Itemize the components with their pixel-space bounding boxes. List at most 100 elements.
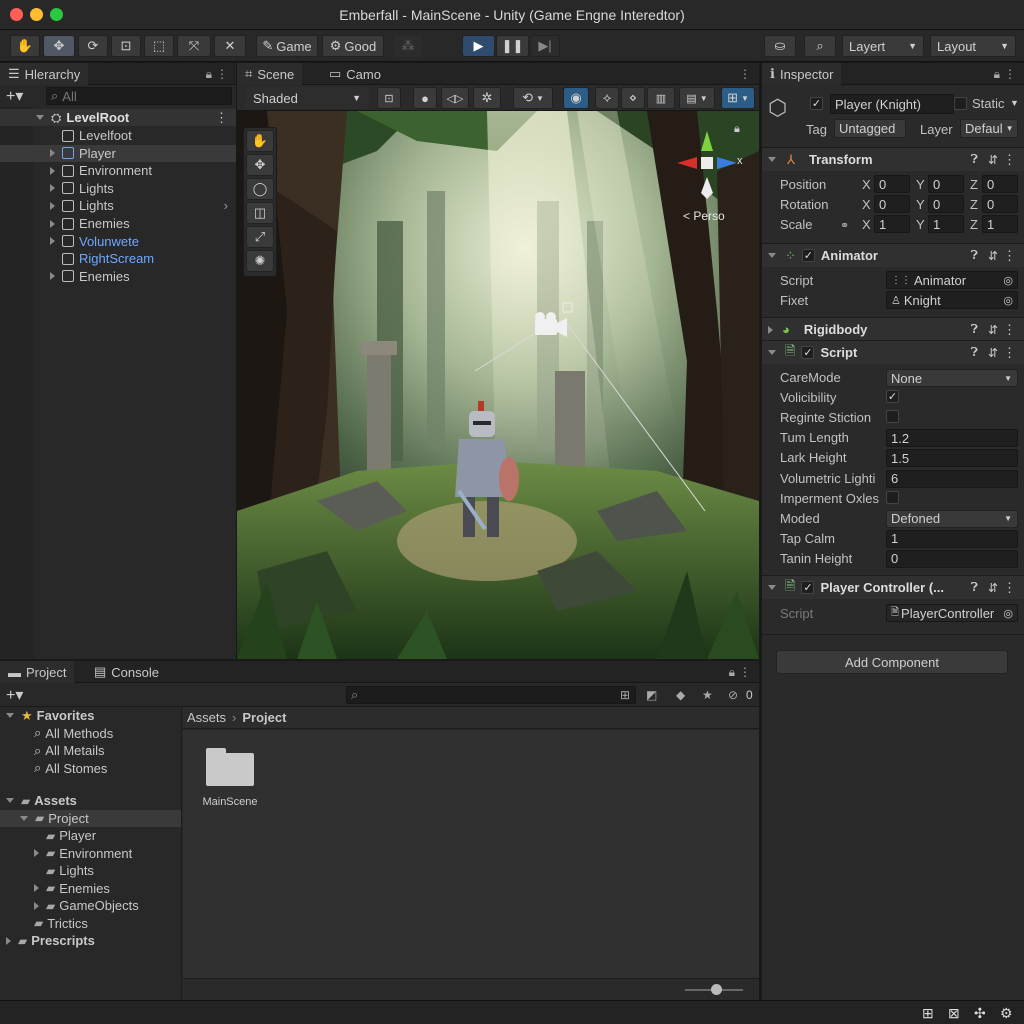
lock-icon[interactable]: 🔒︎: [994, 67, 1000, 82]
tab-camo[interactable]: ▭ Camo: [321, 63, 389, 85]
favorite-item[interactable]: ⌕ All Methods: [0, 725, 181, 742]
rotate-tool-button[interactable]: ⟳: [78, 35, 108, 57]
transform-header[interactable]: ⅄ Transform ❓︎ ⇵ ⋮: [762, 147, 1024, 171]
script-field-checkbox[interactable]: ✓: [886, 390, 899, 404]
collapse-arrow-icon[interactable]: [34, 884, 39, 892]
subfolder[interactable]: ▰ Lights: [0, 862, 181, 879]
overlay-scale-button[interactable]: ◫: [246, 202, 274, 224]
tab-inspector[interactable]: ℹ Inspector: [762, 63, 842, 85]
preset-icon[interactable]: ⇵: [988, 249, 998, 263]
scene-viewport[interactable]: < Perso x 🔒︎ ✋ ✥ ◯ ◫ ⤢ ✺: [237, 111, 759, 659]
object-name-field[interactable]: Player (Knight): [830, 94, 954, 114]
snap-button[interactable]: ⁂: [394, 35, 422, 57]
script-field-input[interactable]: 6: [886, 469, 1018, 488]
hierarchy-root[interactable]: ⛭ LevelRoot ⋮: [0, 109, 236, 126]
overlay-move-button[interactable]: ✥: [246, 154, 274, 176]
subfolder[interactable]: ▰ Environment: [0, 845, 181, 862]
script-enabled-checkbox[interactable]: ✓: [801, 346, 815, 359]
chevron-right-icon[interactable]: ›: [224, 198, 228, 213]
hierarchy-item[interactable]: Enemies: [0, 215, 236, 232]
script-field-dropdown[interactable]: Defoned ▼: [886, 509, 1018, 528]
collab-button[interactable]: ⛀: [764, 35, 796, 57]
layout-dropdown[interactable]: Layout ▼: [930, 35, 1016, 57]
script-field-input[interactable]: 1.2: [886, 429, 1018, 448]
scale-tool-button[interactable]: ⊡: [111, 35, 141, 57]
type-filter-icon[interactable]: ◩: [646, 688, 657, 702]
collapse-arrow-icon[interactable]: [768, 325, 773, 334]
help-icon[interactable]: ❓︎: [971, 580, 978, 595]
visibility-toggle[interactable]: ⋄: [621, 87, 645, 109]
preset-icon[interactable]: ⇵: [988, 581, 998, 595]
preset-icon[interactable]: ⇵: [988, 153, 998, 167]
filter-icon[interactable]: ⊞: [620, 688, 630, 702]
layer-dropdown[interactable]: Defaul ▼: [960, 119, 1018, 138]
label-icon[interactable]: ◆: [676, 688, 685, 702]
script-field-checkbox[interactable]: [886, 490, 899, 504]
more-icon[interactable]: ⋮: [1003, 580, 1016, 596]
prescripts-folder[interactable]: ▰ Prescripts: [0, 932, 181, 949]
shading-dropdown[interactable]: Shaded ▼: [245, 87, 369, 109]
lighting-toggle[interactable]: ●: [413, 87, 437, 109]
expand-arrow-icon[interactable]: [768, 585, 776, 590]
hierarchy-item[interactable]: Levelfoot: [0, 127, 236, 144]
preset-icon[interactable]: ⇵: [988, 323, 998, 337]
hand-tool-button[interactable]: ✋: [10, 35, 40, 57]
transform-x-field[interactable]: 1: [874, 215, 910, 233]
favorites-row[interactable]: ★ Favorites: [0, 707, 181, 724]
target-icon[interactable]: ◎: [1003, 607, 1013, 620]
more-icon[interactable]: ⋮: [739, 67, 751, 81]
script-field-checkbox[interactable]: [886, 410, 899, 424]
script-header[interactable]: 🗎︎ ✓ Script ❓︎ ⇵ ⋮: [762, 340, 1024, 364]
gizmo-perspective-label[interactable]: < Perso: [683, 209, 725, 223]
breadcrumb-assets[interactable]: Assets: [187, 710, 226, 725]
hierarchy-search-input[interactable]: ⌕ All: [46, 87, 232, 105]
transform-x-field[interactable]: 0: [874, 175, 910, 193]
transform-z-field[interactable]: 0: [982, 195, 1018, 213]
star-icon[interactable]: ★: [702, 688, 713, 702]
transform-y-field[interactable]: 0: [928, 195, 964, 213]
static-checkbox[interactable]: [954, 97, 967, 110]
hierarchy-item[interactable]: Player: [0, 144, 236, 162]
network-icon[interactable]: ✣: [974, 1005, 986, 1022]
breadcrumb-project[interactable]: Project: [242, 710, 286, 725]
subfolder[interactable]: ▰ GameObjects: [0, 897, 181, 914]
settings-icon[interactable]: ⚙: [1000, 1005, 1013, 1022]
search-tool-button[interactable]: ⌕: [804, 35, 836, 57]
pc-script-field[interactable]: 🗎︎ PlayerController ◎: [886, 604, 1018, 622]
overlay-rect-button[interactable]: ⤢: [246, 226, 274, 248]
collapse-arrow-icon[interactable]: [34, 901, 39, 910]
audio-toggle[interactable]: ◁▷: [441, 87, 469, 109]
add-icon[interactable]: +▾: [6, 685, 23, 705]
link-icon[interactable]: ⚭: [840, 219, 849, 232]
favorite-item[interactable]: ⌕ All Stomes: [0, 760, 181, 777]
file-item[interactable]: MainScene: [197, 744, 263, 808]
expand-arrow-icon[interactable]: [50, 184, 55, 193]
zoom-slider-handle[interactable]: [711, 984, 722, 995]
expand-arrow-icon[interactable]: [6, 713, 14, 718]
more-icon[interactable]: ⋮: [215, 110, 228, 126]
animator-enabled-checkbox[interactable]: ✓: [801, 249, 815, 262]
subfolder[interactable]: ▰ Enemies: [0, 880, 181, 897]
transform-z-field[interactable]: 0: [982, 175, 1018, 193]
help-icon[interactable]: ❓︎: [971, 248, 978, 263]
more-icon[interactable]: ⋮: [1003, 152, 1016, 168]
more-icon[interactable]: ⋮: [1003, 248, 1016, 264]
animator-header[interactable]: ⁘ ✓ Animator ❓︎ ⇵ ⋮: [762, 243, 1024, 267]
effects-toggle[interactable]: ✲: [473, 87, 501, 109]
expand-arrow-icon[interactable]: [50, 166, 55, 175]
target-icon[interactable]: ◎: [1003, 274, 1013, 287]
lock-icon[interactable]: 🔒︎: [206, 67, 212, 82]
game-button[interactable]: ✎ Game: [256, 35, 318, 57]
fixet-field[interactable]: ♙ Knight ◎: [886, 291, 1018, 309]
lock-icon[interactable]: 🔒︎: [729, 665, 735, 680]
2d-toggle[interactable]: ⊡: [377, 87, 401, 109]
help-icon[interactable]: ❓︎: [971, 322, 978, 337]
expand-arrow-icon[interactable]: [50, 149, 55, 158]
overlay-hand-button[interactable]: ✋: [246, 130, 274, 152]
play-button[interactable]: ▶: [462, 35, 495, 57]
expand-arrow-icon[interactable]: [6, 798, 14, 803]
project-folder[interactable]: ▰ Project: [0, 809, 181, 827]
expand-arrow-icon[interactable]: [50, 237, 55, 246]
player-controller-enabled-checkbox[interactable]: ✓: [801, 581, 815, 594]
lock-icon[interactable]: 🔒︎: [734, 123, 740, 136]
